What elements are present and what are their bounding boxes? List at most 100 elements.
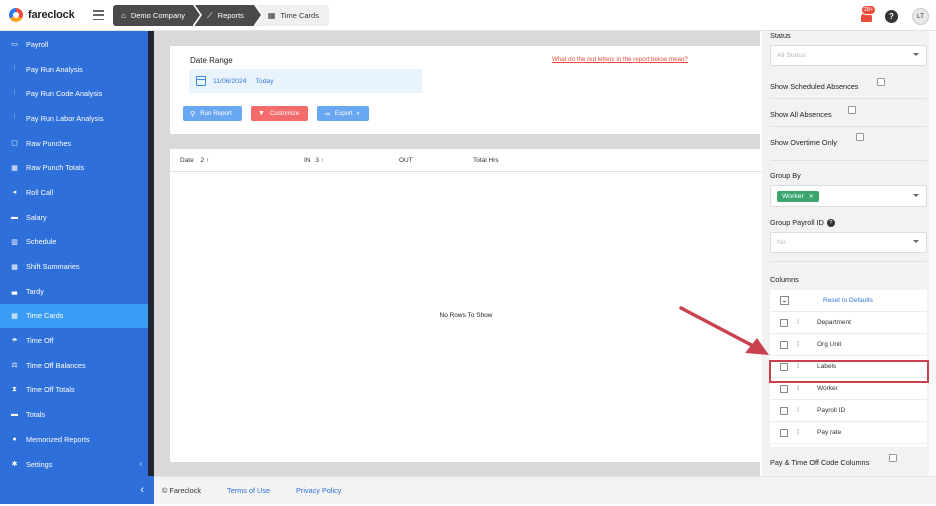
panel-scrollbar[interactable]: [929, 31, 936, 476]
drag-handle-icon[interactable]: ⁞⁞: [797, 408, 807, 414]
run-report-label: Run Report: [200, 110, 232, 117]
show-all-absences-checkbox[interactable]: [848, 106, 856, 114]
sidebar-item-raw-punch-totals[interactable]: ▦ Raw Punch Totals: [0, 155, 148, 180]
today-link[interactable]: Today: [256, 78, 274, 85]
footer: © Fareclock Terms of Use Privacy Policy: [154, 476, 936, 504]
column-option-pay-rate[interactable]: ⁞⁞ Pay rate: [770, 422, 927, 444]
empty-grid-message: No Rows To Show: [439, 312, 493, 319]
column-checkbox[interactable]: [780, 318, 788, 327]
table-icon: ▦: [11, 263, 18, 271]
header-actions: 28+ ? LT: [861, 5, 936, 26]
reset-to-defaults-link[interactable]: Reset to Defaults: [823, 297, 873, 304]
pay-time-off-code-columns-checkbox[interactable]: [889, 454, 897, 462]
pay-time-off-code-columns-label: Pay & Time Off Code Columns: [770, 458, 870, 467]
sidebar-item-label: Time Off Balances: [26, 360, 86, 370]
show-scheduled-absences-checkbox[interactable]: [877, 78, 885, 86]
megaphone-icon: ◂: [12, 189, 17, 197]
column-header-out[interactable]: OUT: [399, 157, 413, 164]
calendar-icon: [196, 76, 206, 86]
sidebar-item-roll-call[interactable]: ◂ Roll Call: [0, 180, 148, 205]
help-icon[interactable]: ?: [885, 9, 898, 23]
sidebar-item-label: Schedule: [26, 237, 57, 247]
drag-handle-icon[interactable]: ⁞⁞: [797, 430, 807, 436]
show-scheduled-absences-label: Show Scheduled Absences: [770, 82, 859, 91]
sidebar-item-schedule[interactable]: ▥ Schedule: [0, 230, 148, 255]
report-grid: Date 2 ↑ IN 3 ↑ OUT Total Hrs No Rows To…: [170, 149, 762, 462]
sidebar-item-pay-run-analysis[interactable]: ⫶ Pay Run Analysis: [0, 57, 148, 82]
customize-panel: Status All Status Show Scheduled Absence…: [762, 31, 936, 476]
show-overtime-only-checkbox[interactable]: [856, 133, 864, 141]
chevron-left-icon: ‹: [139, 460, 142, 468]
notifications-button[interactable]: 28+: [861, 5, 877, 23]
privacy-link[interactable]: Privacy Policy: [296, 486, 341, 495]
show-overtime-only-label: Show Overtime Only: [770, 138, 837, 147]
help-icon[interactable]: ?: [826, 219, 835, 228]
breadcrumb-time-cards[interactable]: ▦ Time Cards: [255, 5, 329, 26]
columns-list-header: Reset to Defaults: [770, 290, 927, 312]
column-header-in[interactable]: IN 3 ↑: [304, 157, 324, 164]
sidebar-item-payroll[interactable]: ▭ Payroll: [0, 32, 148, 57]
sidebar-item-time-cards[interactable]: ▦ Time Cards: [0, 303, 148, 329]
date-value[interactable]: 11/06/2024: [213, 78, 247, 85]
date-range-label: Date Range: [190, 56, 233, 65]
group-payroll-id-select[interactable]: No: [770, 232, 927, 253]
sidebar-item-label: Raw Punch Totals: [26, 163, 85, 173]
column-checkbox[interactable]: [780, 384, 788, 393]
labels-highlight-box: [769, 360, 929, 383]
divider: [770, 160, 927, 161]
umbrella-icon: ☂: [11, 337, 18, 345]
sidebar-item-label: Memorized Reports: [26, 434, 90, 444]
sidebar-item-tardy[interactable]: ▃ Tardy: [0, 279, 148, 304]
column-option-org-unit[interactable]: ⁞⁞ Org Unit: [770, 334, 927, 356]
terms-link[interactable]: Terms of Use: [227, 486, 270, 495]
column-option-payroll-id[interactable]: ⁞⁞ Payroll ID: [770, 400, 927, 422]
column-header-total-hrs[interactable]: Total Hrs: [473, 157, 499, 164]
drag-handle-icon[interactable]: ⁞⁞: [797, 320, 807, 326]
payroll-icon: ▭: [11, 41, 18, 49]
sidebar-item-shift-summaries[interactable]: ▦ Shift Summaries: [0, 254, 148, 279]
sidebar-item-time-off-totals[interactable]: ⧗ Time Off Totals: [0, 378, 148, 403]
sidebar-collapse-button[interactable]: ‹: [0, 476, 154, 504]
drag-handle-icon[interactable]: ⁞⁞: [797, 386, 807, 392]
select-all-checkbox[interactable]: [780, 296, 789, 305]
date-range-picker[interactable]: 11/06/2024 Today: [189, 69, 422, 93]
column-option-department[interactable]: ⁞⁞ Department: [770, 312, 927, 334]
drag-handle-icon[interactable]: ⁞⁞: [797, 342, 807, 348]
run-report-button[interactable]: ⚲ Run Report: [183, 106, 242, 121]
breadcrumb-demo-company[interactable]: ⌂ Demo Company: [113, 5, 201, 26]
sidebar-item-totals[interactable]: ▬ Totals: [0, 402, 148, 427]
group-by-tag[interactable]: Worker ✕: [777, 190, 819, 202]
customize-button[interactable]: ▼ Customize: [251, 106, 308, 121]
column-checkbox[interactable]: [780, 428, 788, 437]
annotation-arrow-icon: [679, 306, 769, 355]
column-header-date[interactable]: Date 2 ↑: [180, 157, 209, 164]
menu-toggle-icon[interactable]: [93, 10, 104, 20]
chart-icon: ⟋: [207, 10, 213, 20]
avatar[interactable]: LT: [912, 7, 929, 25]
breadcrumb-label: Time Cards: [280, 11, 319, 20]
gear-icon: ✱: [11, 461, 18, 469]
app-logo[interactable]: fareclock: [9, 8, 75, 22]
sidebar-item-pay-run-code-analysis[interactable]: ⫶ Pay Run Code Analysis: [0, 81, 148, 106]
sidebar-item-memorized-reports[interactable]: ● Memorized Reports: [0, 427, 148, 452]
breadcrumb-reports[interactable]: ⟋ Reports: [195, 5, 261, 26]
red-letters-help-link[interactable]: What do the red letters in the report be…: [552, 56, 688, 63]
search-icon: ⚲: [190, 110, 196, 118]
column-checkbox[interactable]: [780, 340, 788, 349]
column-checkbox[interactable]: [780, 406, 788, 415]
salary-icon: ▬: [11, 213, 18, 221]
sidebar-item-time-off-balances[interactable]: ⚖ Time Off Balances: [0, 353, 148, 378]
sidebar-item-label: Tardy: [26, 286, 44, 296]
filter-icon: ▼: [258, 110, 265, 117]
export-button[interactable]: ⇥ Export ▾: [317, 106, 369, 121]
sidebar-item-time-off[interactable]: ☂ Time Off: [0, 328, 148, 353]
sidebar-item-salary[interactable]: ▬ Salary: [0, 205, 148, 230]
group-by-select[interactable]: Worker ✕: [770, 185, 927, 207]
sidebar-item-label: Settings: [26, 459, 53, 469]
sidebar-item-settings[interactable]: ✱ Settings ‹: [0, 452, 148, 477]
sidebar-item-raw-punches[interactable]: ▢ Raw Punches: [0, 131, 148, 156]
divider: [770, 126, 927, 127]
sidebar-item-pay-run-labor-analysis[interactable]: ⫶ Pay Run Labor Analysis: [0, 106, 148, 131]
status-select[interactable]: All Status: [770, 45, 927, 66]
remove-tag-icon[interactable]: ✕: [809, 193, 814, 200]
